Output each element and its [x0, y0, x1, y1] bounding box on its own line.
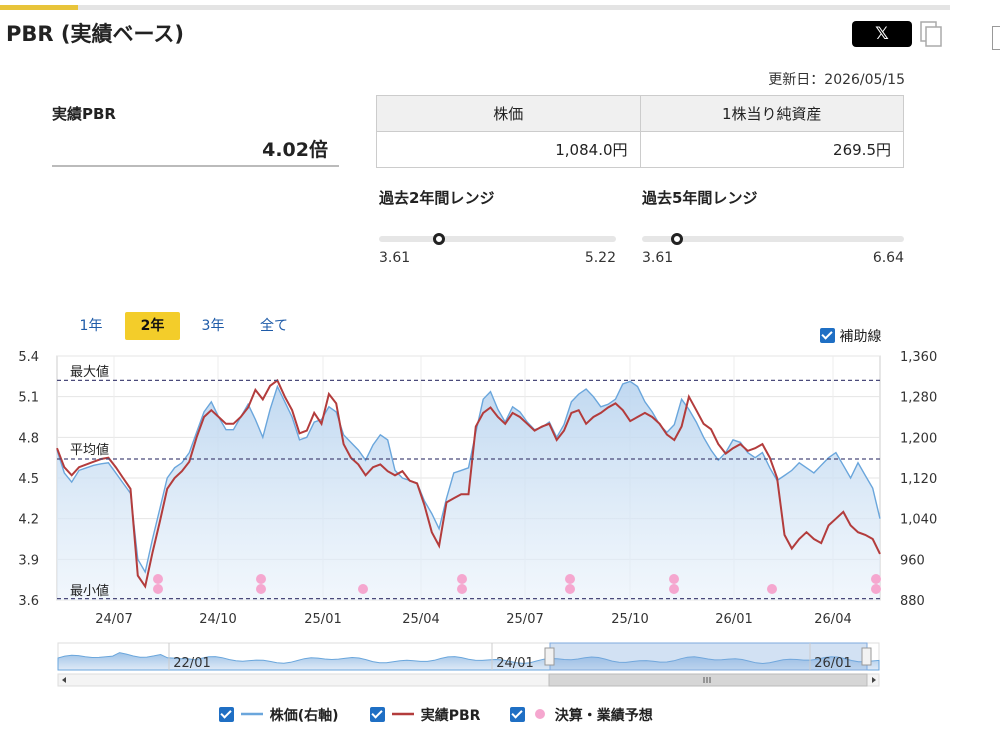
legend-pbr-label: 実績PBR — [420, 708, 481, 724]
y-right-tick: 1,360 — [900, 350, 937, 365]
legend-events-label: 決算・業績予想 — [554, 708, 653, 724]
scrollbar-thumb — [548, 673, 868, 687]
event-marker — [256, 574, 266, 584]
x-tick: 24/07 — [95, 612, 132, 627]
x-tick: 26/04 — [814, 612, 851, 627]
y-right-tick: 1,040 — [900, 513, 937, 528]
x-tick: 25/01 — [304, 612, 341, 627]
y-left-tick: 5.1 — [18, 391, 39, 406]
y-right-tick: 960 — [900, 553, 925, 568]
event-marker — [669, 574, 679, 584]
y-left-tick: 3.6 — [18, 594, 39, 609]
y-right-tick: 1,200 — [900, 431, 937, 446]
event-marker — [669, 584, 679, 594]
y-left-tick: 4.5 — [18, 472, 39, 487]
navigator-tick: 22/01 — [173, 656, 210, 671]
y-left-tick: 3.9 — [18, 553, 39, 568]
y-right-tick: 1,280 — [900, 391, 937, 406]
y-left-tick: 4.8 — [18, 431, 39, 446]
legend-events[interactable]: 決算・業績予想 — [510, 706, 653, 726]
x-tick: 25/04 — [402, 612, 439, 627]
y-right-tick: 1,120 — [900, 472, 937, 487]
checkbox-icon — [510, 707, 525, 722]
event-marker — [153, 584, 163, 594]
checkbox-icon — [370, 707, 385, 722]
event-marker — [565, 574, 575, 584]
event-marker — [153, 574, 163, 584]
y-left-tick: 4.2 — [18, 513, 39, 528]
event-marker — [565, 584, 575, 594]
y-left-tick: 5.4 — [18, 350, 39, 365]
y-right-tick: 880 — [900, 594, 925, 609]
event-marker — [256, 584, 266, 594]
ref-line-label: 平均値 — [70, 442, 109, 458]
navigator-tick: 26/01 — [814, 656, 851, 671]
x-tick: 24/10 — [199, 612, 236, 627]
pbr-chart: 最大値平均値最小値 5.4 1,360 5.1 1,280 4.8 1,200 4.5 1,1… — [18, 350, 937, 687]
event-marker — [871, 584, 881, 594]
legend-pbr[interactable]: 実績PBR — [370, 706, 480, 726]
event-dot-icon — [534, 709, 545, 719]
navigator-handle-right — [861, 647, 872, 666]
x-tick: 25/10 — [611, 612, 648, 627]
navigator-handle-left — [544, 647, 555, 666]
navigator: 22/01 24/01 26/01 — [57, 642, 880, 687]
event-marker — [457, 584, 467, 594]
ref-line-label: 最小値 — [70, 583, 109, 599]
event-marker — [871, 574, 881, 584]
price-line-icon — [240, 712, 263, 716]
ref-line-label: 最大値 — [70, 364, 109, 380]
navigator-tick: 24/01 — [496, 656, 533, 671]
event-marker — [767, 584, 777, 594]
legend-price-label: 株価(右軸) — [269, 708, 339, 724]
event-marker — [457, 574, 467, 584]
x-tick: 26/01 — [715, 612, 752, 627]
x-tick: 25/07 — [506, 612, 543, 627]
pbr-line-icon — [391, 712, 414, 716]
checkbox-icon — [219, 707, 234, 722]
event-marker — [358, 584, 368, 594]
legend-price[interactable]: 株価(右軸) — [219, 706, 339, 726]
